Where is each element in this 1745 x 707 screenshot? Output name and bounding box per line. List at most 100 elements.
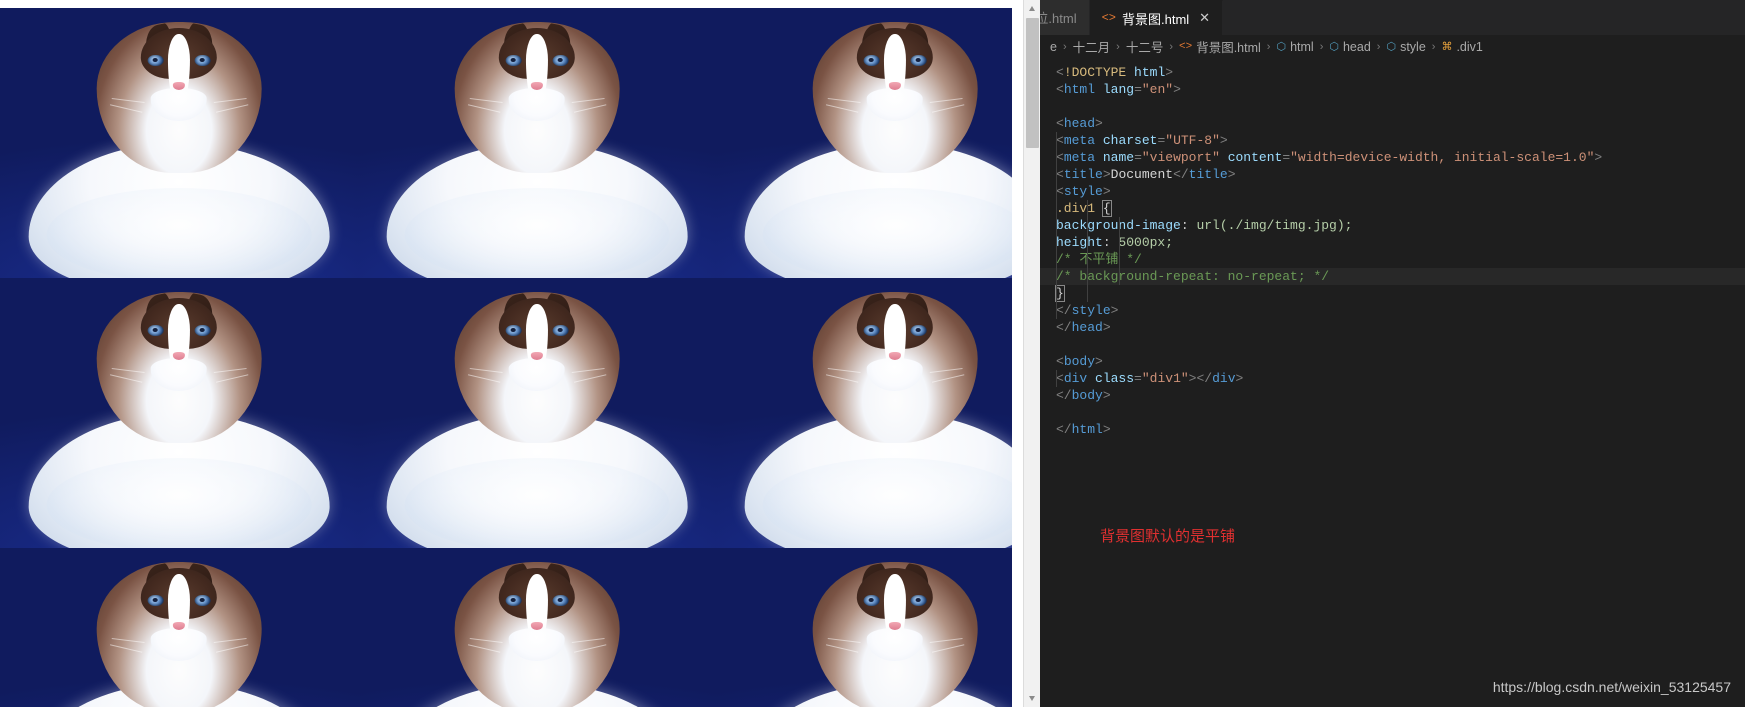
code-line[interactable]: <div class="div1"></div> <box>1040 370 1745 387</box>
cat-whisker <box>931 643 964 653</box>
code-line[interactable]: /* background-repeat: no-repeat; */ <box>1040 268 1745 285</box>
cat-nose <box>889 81 901 90</box>
breadcrumb-item[interactable]: <> 背景图.html <box>1179 37 1261 56</box>
code-line[interactable] <box>1040 336 1745 353</box>
code-line[interactable]: <!DOCTYPE html> <box>1040 64 1745 81</box>
page-scrollbar[interactable] <box>1023 0 1040 707</box>
cat-eye-right <box>910 54 927 67</box>
breadcrumb-item[interactable]: ⬡ style <box>1386 40 1425 54</box>
cat-whisker <box>827 638 861 644</box>
breadcrumb-item[interactable]: ⬡ html <box>1276 40 1313 54</box>
scrollbar-thumb[interactable] <box>1026 18 1039 148</box>
background-tile <box>358 8 716 278</box>
code-line[interactable]: <meta name="viewport" content="width=dev… <box>1040 149 1745 166</box>
code-line[interactable]: <title>Document</title> <box>1040 166 1745 183</box>
code-line[interactable] <box>1040 404 1745 421</box>
cat-muzzle <box>509 628 565 662</box>
cat-whisker <box>929 368 963 374</box>
breadcrumb-label: html <box>1290 39 1314 54</box>
code-line[interactable]: <html lang="en"> <box>1040 81 1745 98</box>
code-line[interactable]: </html> <box>1040 421 1745 438</box>
cat-nose <box>173 351 185 360</box>
cat-whisker <box>110 643 143 653</box>
editor-tab-bar: <> 定位.html <> 背景图.html ✕ <box>1040 0 1745 35</box>
code-line[interactable]: </style> <box>1040 302 1745 319</box>
scroll-down-arrow-icon[interactable] <box>1024 690 1040 707</box>
breadcrumb-separator-icon: › <box>1116 40 1120 53</box>
cat-muzzle <box>151 628 207 662</box>
code-line[interactable]: </head> <box>1040 319 1745 336</box>
tab-dingwei-html[interactable]: <> 定位.html <box>1040 0 1090 35</box>
background-tile <box>716 278 1012 548</box>
code-text: background-image: url(./img/timg.jpg); <box>1056 218 1353 233</box>
code-line[interactable]: } <box>1040 285 1745 302</box>
cat-whisker <box>571 98 605 104</box>
cat-eye-left <box>505 594 522 607</box>
breadcrumb-label: e <box>1050 39 1057 54</box>
code-line[interactable]: height: 5000px; <box>1040 234 1745 251</box>
cat-eye-right <box>910 594 927 607</box>
breadcrumb-label: style <box>1400 39 1426 54</box>
breadcrumb-item[interactable]: e <box>1050 40 1057 54</box>
code-line[interactable]: background-image: url(./img/timg.jpg); <box>1040 217 1745 234</box>
cat-whisker <box>931 103 964 113</box>
code-line[interactable]: /* 不平铺 */ <box>1040 251 1745 268</box>
code-text: </head> <box>1056 320 1111 335</box>
cat-eye-right <box>910 324 927 337</box>
cat-whisker <box>215 103 248 113</box>
breadcrumb[interactable]: e › 十二月 › 十二号 › <> 背景图.html › ⬡ html › ⬡ head › ⬡ style ›… <box>1040 35 1745 58</box>
cat-muzzle <box>867 88 923 122</box>
code-line[interactable]: <meta charset="UTF-8"> <box>1040 132 1745 149</box>
code-text: <meta charset="UTF-8"> <box>1056 133 1228 148</box>
code-line[interactable]: <style> <box>1040 183 1745 200</box>
annotation-note: 背景图默认的是平铺 <box>1100 528 1236 545</box>
code-text: height: 5000px; <box>1056 235 1174 250</box>
cat-nose <box>173 81 185 90</box>
cat-whisker <box>571 638 605 644</box>
cube-icon: ⬡ <box>1276 41 1287 53</box>
cat-head <box>96 21 262 173</box>
breadcrumb-label: .div1 <box>1456 39 1483 54</box>
breadcrumb-label: 十二月 <box>1072 41 1111 55</box>
code-line[interactable]: .div1 { <box>1040 200 1745 217</box>
code-line[interactable] <box>1040 98 1745 115</box>
code-content[interactable]: <!DOCTYPE html> <html lang="en"> <head> <m… <box>1040 58 1745 707</box>
code-line[interactable]: <head> <box>1040 115 1745 132</box>
scroll-up-arrow-icon[interactable] <box>1024 0 1040 17</box>
cat-eye-right <box>194 594 211 607</box>
tab-beijingtu-html[interactable]: <> 背景图.html ✕ <box>1089 0 1224 35</box>
code-line[interactable]: </body> <box>1040 387 1745 404</box>
code-text: </body> <box>1056 388 1111 403</box>
cat-nose <box>531 621 543 630</box>
cat-nose <box>889 351 901 360</box>
background-tile <box>0 548 358 707</box>
cat-muzzle <box>151 358 207 392</box>
breadcrumb-item[interactable]: 十二月 <box>1073 37 1111 56</box>
cat-nose <box>173 621 185 630</box>
cat-whisker <box>929 638 963 644</box>
background-tile <box>0 8 358 278</box>
cat-whisker <box>571 368 605 374</box>
code-line[interactable]: <body> <box>1040 353 1745 370</box>
cat-whisker <box>469 368 503 374</box>
background-tile-grid <box>0 8 1012 707</box>
cat-eye-left <box>863 54 880 67</box>
breadcrumb-item[interactable]: ⬡ head <box>1329 40 1370 54</box>
code-text: .div1 { <box>1056 200 1112 217</box>
cat-whisker <box>469 98 503 104</box>
cube-icon: ⬡ <box>1329 41 1339 53</box>
cat-head <box>454 561 620 707</box>
cat-head <box>454 21 620 173</box>
breadcrumb-item[interactable]: 十二号 <box>1126 37 1164 56</box>
cat-eye-right <box>194 54 211 67</box>
tiled-background-canvas <box>0 8 1012 707</box>
close-icon[interactable]: ✕ <box>1199 10 1210 26</box>
cat-whisker <box>110 103 143 113</box>
cat-illustration <box>358 548 716 707</box>
breadcrumb-item[interactable]: ⌘ .div1 <box>1441 40 1482 54</box>
background-tile <box>358 278 716 548</box>
cat-whisker <box>826 373 859 383</box>
breadcrumb-label: 背景图.html <box>1196 41 1261 55</box>
cat-muzzle <box>151 88 207 122</box>
cat-head <box>454 291 620 443</box>
